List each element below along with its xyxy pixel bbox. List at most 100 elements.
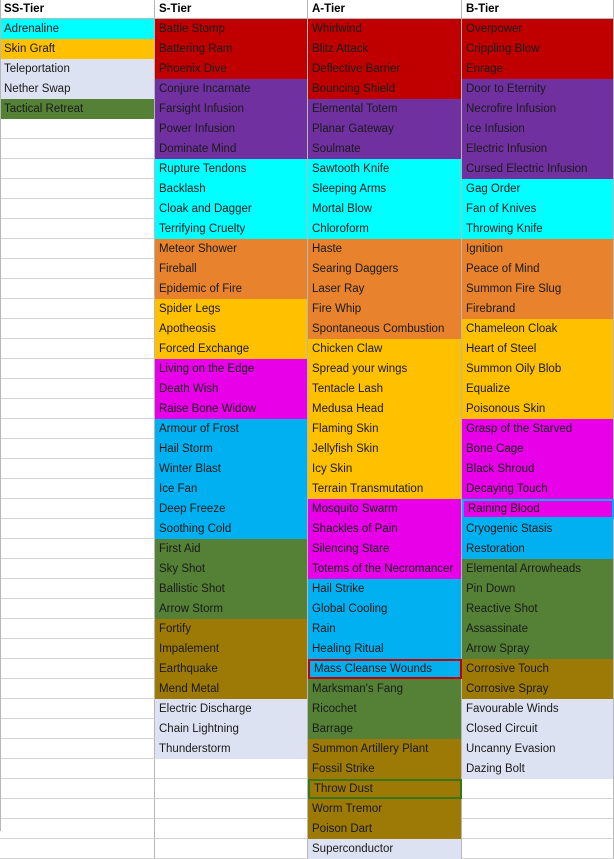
tier-cell[interactable]: Heart of Steel (462, 339, 614, 359)
tier-cell[interactable]: Reactive Shot (462, 599, 614, 619)
tier-cell[interactable]: Corrosive Spray (462, 679, 614, 699)
tier-cell[interactable]: Cloak and Dagger (155, 199, 308, 219)
tier-cell[interactable]: Hail Strike (308, 579, 462, 599)
tier-cell[interactable]: Adrenaline (0, 19, 155, 39)
tier-cell[interactable]: Conjure Incarnate (155, 79, 308, 99)
tier-cell[interactable]: Impalement (155, 639, 308, 659)
tier-cell[interactable]: Terrain Transmutation (308, 479, 462, 499)
tier-cell[interactable]: Chloroform (308, 219, 462, 239)
tier-cell[interactable]: Ignition (462, 239, 614, 259)
tier-cell[interactable]: Nether Swap (0, 79, 155, 99)
tier-cell[interactable]: Soulmate (308, 139, 462, 159)
tier-cell[interactable]: Poisonous Skin (462, 399, 614, 419)
tier-cell[interactable]: Raining Blood (462, 499, 614, 519)
tier-cell[interactable]: Sleeping Arms (308, 179, 462, 199)
tier-cell[interactable]: Summon Artillery Plant (308, 739, 462, 759)
tier-cell[interactable]: Dazing Bolt (462, 759, 614, 779)
tier-cell[interactable]: Apotheosis (155, 319, 308, 339)
tier-cell[interactable]: Mosquito Swarm (308, 499, 462, 519)
tier-cell[interactable]: Corrosive Touch (462, 659, 614, 679)
tier-cell[interactable]: Crippling Blow (462, 39, 614, 59)
tier-cell[interactable]: Closed Circuit (462, 719, 614, 739)
tier-cell[interactable]: Overpower (462, 19, 614, 39)
tier-cell[interactable]: Enrage (462, 59, 614, 79)
tier-cell[interactable]: Forced Exchange (155, 339, 308, 359)
tier-cell[interactable]: Throw Dust (308, 779, 462, 799)
tier-cell[interactable]: Fortify (155, 619, 308, 639)
tier-cell[interactable]: Electric Discharge (155, 699, 308, 719)
tier-cell[interactable]: Whirlwind (308, 19, 462, 39)
tier-cell[interactable]: Ballistic Shot (155, 579, 308, 599)
tier-cell[interactable]: Blitz Attack (308, 39, 462, 59)
tier-cell[interactable]: First Aid (155, 539, 308, 559)
tier-cell[interactable]: Winter Blast (155, 459, 308, 479)
tier-cell[interactable]: Backlash (155, 179, 308, 199)
tier-cell[interactable]: Mass Cleanse Wounds (308, 659, 462, 679)
tier-cell[interactable]: Fan of Knives (462, 199, 614, 219)
tier-cell[interactable]: Chicken Claw (308, 339, 462, 359)
tier-cell[interactable]: Gag Order (462, 179, 614, 199)
tier-cell[interactable]: Bouncing Shield (308, 79, 462, 99)
tier-cell[interactable]: Deflective Barrier (308, 59, 462, 79)
tier-cell[interactable]: Shackles of Pain (308, 519, 462, 539)
tier-cell[interactable]: Pin Down (462, 579, 614, 599)
tier-cell[interactable]: Necrofire Infusion (462, 99, 614, 119)
tier-cell[interactable]: Phoenix Dive (155, 59, 308, 79)
tier-cell[interactable]: Fireball (155, 259, 308, 279)
tier-cell[interactable]: Superconductor (308, 839, 462, 859)
tier-cell[interactable]: Totems of the Necromancer (308, 559, 462, 579)
tier-cell[interactable]: Assassinate (462, 619, 614, 639)
tier-cell[interactable]: Marksman's Fang (308, 679, 462, 699)
tier-cell[interactable]: Flaming Skin (308, 419, 462, 439)
tier-cell[interactable]: Laser Ray (308, 279, 462, 299)
tier-cell[interactable]: Elemental Totem (308, 99, 462, 119)
tier-cell[interactable]: Ricochet (308, 699, 462, 719)
tier-cell[interactable]: Uncanny Evasion (462, 739, 614, 759)
tier-cell[interactable]: Silencing Stare (308, 539, 462, 559)
tier-cell[interactable]: Cryogenic Stasis (462, 519, 614, 539)
tier-cell[interactable]: Sky Shot (155, 559, 308, 579)
tier-cell[interactable]: Door to Eternity (462, 79, 614, 99)
tier-cell[interactable]: Icy Skin (308, 459, 462, 479)
tier-cell[interactable]: Battle Stomp (155, 19, 308, 39)
tier-cell[interactable]: Fire Whip (308, 299, 462, 319)
tier-cell[interactable]: Poison Dart (308, 819, 462, 839)
tier-cell[interactable]: Black Shroud (462, 459, 614, 479)
tier-cell[interactable]: Spider Legs (155, 299, 308, 319)
tier-cell[interactable]: Electric Infusion (462, 139, 614, 159)
tier-cell[interactable]: Living on the Edge (155, 359, 308, 379)
tier-cell[interactable]: Rupture Tendons (155, 159, 308, 179)
tier-cell[interactable]: Elemental Arrowheads (462, 559, 614, 579)
tier-cell[interactable]: Restoration (462, 539, 614, 559)
tier-cell[interactable]: Chain Lightning (155, 719, 308, 739)
tier-cell[interactable]: Raise Bone Widow (155, 399, 308, 419)
tier-cell[interactable]: Grasp of the Starved (462, 419, 614, 439)
tier-cell[interactable]: Searing Daggers (308, 259, 462, 279)
tier-cell[interactable]: Spontaneous Combustion (308, 319, 462, 339)
tier-cell[interactable]: Arrow Spray (462, 639, 614, 659)
tier-cell[interactable]: Jellyfish Skin (308, 439, 462, 459)
tier-cell[interactable]: Meteor Shower (155, 239, 308, 259)
tier-cell[interactable]: Mortal Blow (308, 199, 462, 219)
tier-cell[interactable]: Cursed Electric Infusion (462, 159, 614, 179)
tier-cell[interactable]: Peace of Mind (462, 259, 614, 279)
tier-cell[interactable]: Farsight Infusion (155, 99, 308, 119)
tier-cell[interactable]: Battering Ram (155, 39, 308, 59)
tier-cell[interactable]: Ice Infusion (462, 119, 614, 139)
tier-cell[interactable]: Chameleon Cloak (462, 319, 614, 339)
tier-cell[interactable]: Teleportation (0, 59, 155, 79)
tier-cell[interactable]: Medusa Head (308, 399, 462, 419)
tier-cell[interactable]: Throwing Knife (462, 219, 614, 239)
tier-cell[interactable]: Earthquake (155, 659, 308, 679)
tier-cell[interactable]: Tentacle Lash (308, 379, 462, 399)
tier-cell[interactable]: Death Wish (155, 379, 308, 399)
tier-cell[interactable]: Worm Tremor (308, 799, 462, 819)
tier-cell[interactable]: Fossil Strike (308, 759, 462, 779)
tier-cell[interactable]: Spread your wings (308, 359, 462, 379)
tier-cell[interactable]: Terrifying Cruelty (155, 219, 308, 239)
tier-cell[interactable]: Global Cooling (308, 599, 462, 619)
tier-cell[interactable]: Summon Oily Blob (462, 359, 614, 379)
tier-cell[interactable]: Healing Ritual (308, 639, 462, 659)
tier-cell[interactable]: Ice Fan (155, 479, 308, 499)
tier-cell[interactable]: Mend Metal (155, 679, 308, 699)
